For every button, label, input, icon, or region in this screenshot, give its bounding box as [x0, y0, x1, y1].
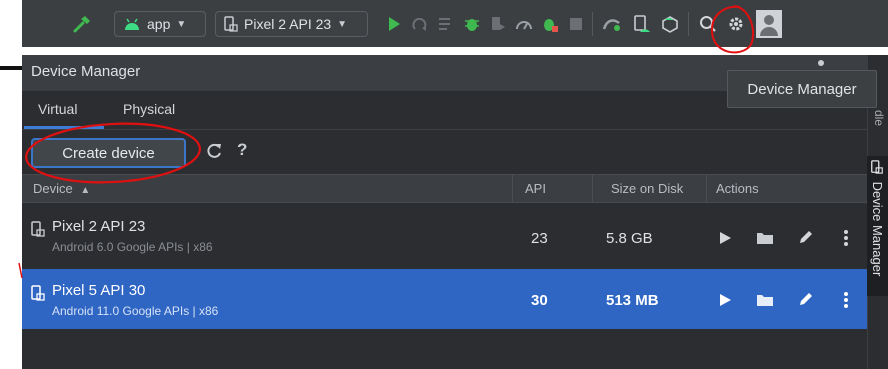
annotation-stroke-left [18, 262, 23, 279]
annotation-circle-create-device [25, 122, 201, 184]
red-annotation-overlay [18, 5, 754, 279]
annotation-circle-device-manager-icon [711, 5, 754, 54]
